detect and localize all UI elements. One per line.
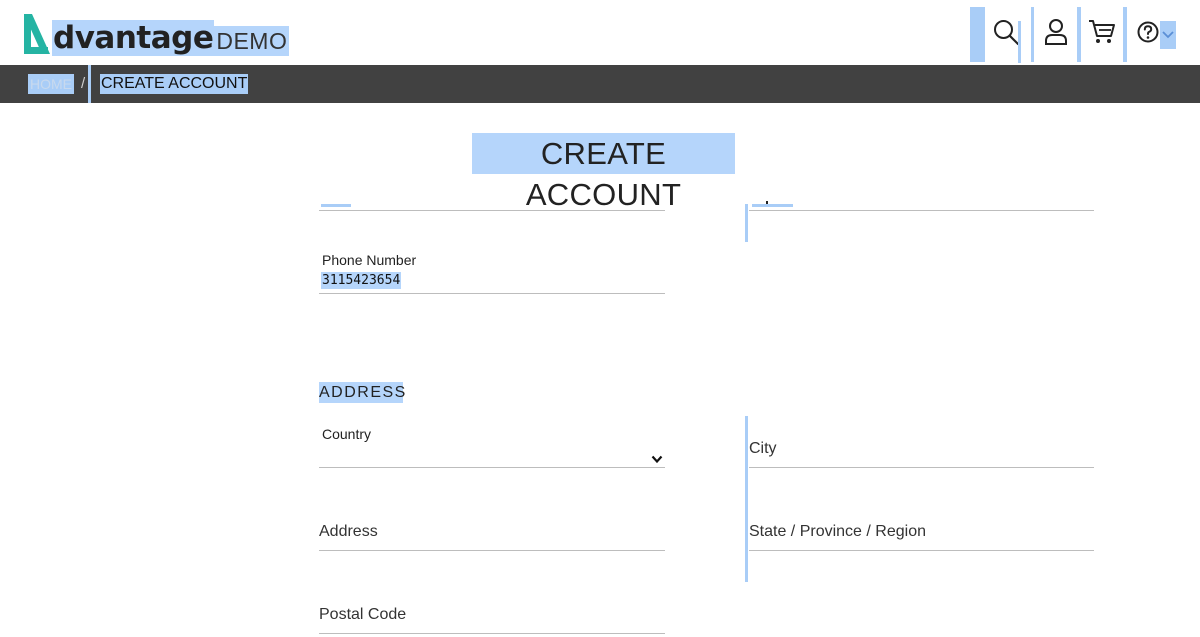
help-menu-toggle[interactable] <box>1160 21 1176 49</box>
breadcrumb-current: CREATE ACCOUNT <box>100 74 249 94</box>
cart-icon <box>1088 19 1116 50</box>
address-label: Address <box>319 523 378 540</box>
state-label: State / Province / Region <box>749 523 926 540</box>
help-button[interactable] <box>1134 7 1162 62</box>
selection-highlight <box>1077 7 1081 62</box>
selection-highlight <box>745 416 748 582</box>
postal-code-underline <box>319 633 665 634</box>
selection-highlight <box>745 204 748 242</box>
breadcrumb-home-link[interactable]: HOME <box>28 74 74 94</box>
top-header: dvantage DEMO <box>0 0 1200 65</box>
selection-highlight <box>1018 21 1021 63</box>
selection-highlight <box>970 7 985 62</box>
address-section-title: ADDRESS <box>319 382 407 403</box>
selection-highlight <box>1031 7 1034 62</box>
phone-number-input[interactable]: 3115423654 <box>321 272 402 289</box>
city-label: City <box>749 440 777 457</box>
hidden-field-underline[interactable] <box>319 210 665 211</box>
breadcrumb-separator: / <box>81 75 86 92</box>
country-underline <box>319 467 665 468</box>
page-title: CREATE ACCOUNT <box>472 133 735 212</box>
selection-highlight <box>321 204 351 207</box>
text-fragment <box>766 201 768 204</box>
help-icon <box>1136 20 1160 49</box>
chevron-down-icon <box>1162 26 1174 44</box>
user-button[interactable] <box>1038 7 1074 62</box>
hidden-field-underline[interactable] <box>749 210 1094 211</box>
postal-code-label: Postal Code <box>319 606 407 623</box>
selection-highlight <box>752 204 793 207</box>
state-underline <box>749 550 1094 551</box>
city-underline <box>749 467 1094 468</box>
selection-highlight <box>1123 7 1127 62</box>
search-icon <box>992 18 1020 51</box>
address-underline <box>319 550 665 551</box>
cart-button[interactable] <box>1084 7 1120 62</box>
user-icon <box>1044 18 1068 51</box>
breadcrumb: HOME / CREATE ACCOUNT <box>0 65 1200 103</box>
selection-highlight <box>88 65 91 103</box>
phone-number-label: Phone Number <box>322 252 417 268</box>
header-nav <box>0 7 1200 63</box>
country-label: Country <box>322 426 372 442</box>
phone-number-underline <box>319 293 665 294</box>
